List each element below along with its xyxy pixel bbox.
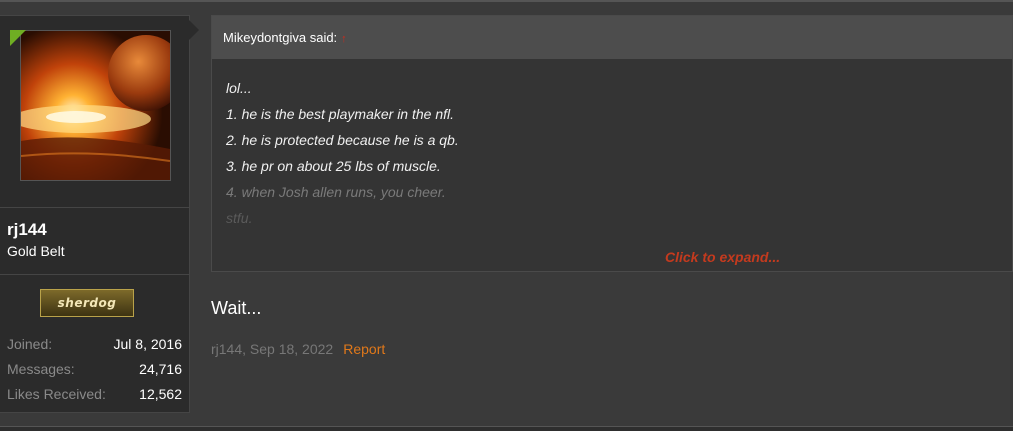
- post-author-date[interactable]: rj144, Sep 18, 2022: [211, 341, 333, 357]
- user-sidebar: rj144 Gold Belt sherdog Joined: Jul 8, 2…: [0, 15, 190, 413]
- stat-joined: Joined: Jul 8, 2016: [7, 336, 182, 361]
- stat-value[interactable]: 24,716: [139, 361, 182, 386]
- user-info: rj144 Gold Belt: [0, 207, 189, 275]
- user-badge: sherdog: [40, 289, 134, 317]
- quote-line: stfu.: [226, 210, 253, 226]
- avatar-image: [21, 31, 170, 180]
- stat-value: 12,562: [139, 386, 182, 402]
- post-message: Wait...: [211, 298, 262, 318]
- quote-line: 2. he is protected because he is a qb.: [226, 132, 459, 148]
- user-stats: Joined: Jul 8, 2016 Messages: 24,716 Lik…: [7, 336, 182, 411]
- stat-label: Likes Received:: [7, 386, 106, 402]
- quote-header: Mikeydontgiva said: ↑: [212, 16, 1012, 59]
- username[interactable]: rj144: [7, 220, 47, 240]
- expand-quote-link[interactable]: Click to expand...: [665, 249, 780, 265]
- bottom-divider: [0, 426, 1013, 431]
- post-meta: rj144, Sep 18, 2022 Report: [211, 341, 385, 357]
- report-link[interactable]: Report: [343, 341, 385, 357]
- quote-line: 3. he pr on about 25 lbs of muscle.: [226, 158, 441, 174]
- quote-line: 1. he is the best playmaker in the nfl.: [226, 106, 455, 122]
- sidebar-pointer: [189, 20, 199, 40]
- quote-author[interactable]: Mikeydontgiva said:: [223, 30, 337, 45]
- top-divider: [0, 0, 1013, 2]
- stat-likes: Likes Received: 12,562: [7, 386, 182, 411]
- stat-value: Jul 8, 2016: [113, 336, 183, 352]
- online-indicator-icon: [10, 30, 26, 46]
- user-title: Gold Belt: [7, 243, 65, 259]
- quote-line: lol...: [226, 80, 252, 96]
- quote-line: 4. when Josh allen runs, you cheer.: [226, 184, 446, 200]
- quote-content: lol... 1. he is the best playmaker in th…: [212, 59, 1012, 231]
- stat-messages: Messages: 24,716: [7, 361, 182, 386]
- jump-to-quote-icon[interactable]: ↑: [341, 33, 347, 45]
- stat-label: Joined:: [7, 336, 53, 352]
- avatar[interactable]: [20, 30, 171, 181]
- stat-label: Messages:: [7, 361, 75, 377]
- quote-block: Mikeydontgiva said: ↑ lol... 1. he is the…: [211, 15, 1013, 272]
